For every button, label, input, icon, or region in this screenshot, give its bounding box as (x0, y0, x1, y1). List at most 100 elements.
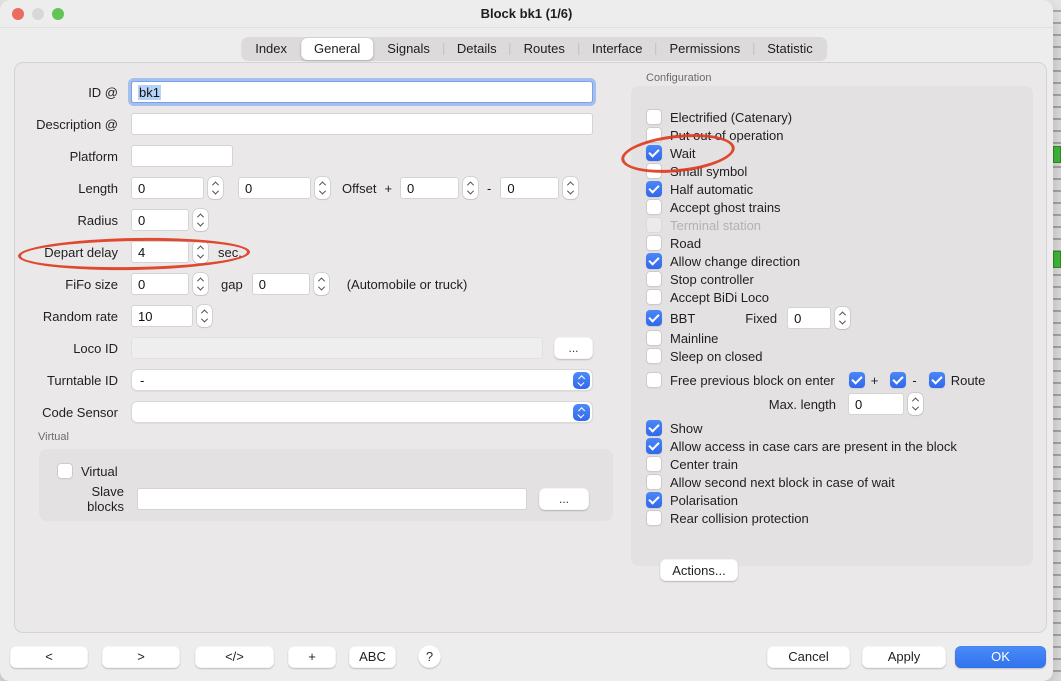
polarisation-label: Polarisation (670, 493, 738, 508)
free-prev-route-label: Route (951, 373, 986, 388)
show-checkbox[interactable] (646, 420, 662, 436)
tab-general[interactable]: General (301, 38, 373, 60)
length-label: Length (15, 181, 118, 196)
loco-id-label: Loco ID (15, 341, 118, 356)
allow-second-next-block-checkbox[interactable] (646, 474, 662, 490)
allow-change-direction-checkbox[interactable] (646, 253, 662, 269)
max-length-input[interactable]: 0 (848, 393, 904, 415)
gap-stepper[interactable] (314, 273, 329, 295)
free-prev-route-checkbox[interactable] (929, 372, 945, 388)
mainline-checkbox[interactable] (646, 330, 662, 346)
accept-ghost-trains-label: Accept ghost trains (670, 200, 781, 215)
offset-plus-input[interactable]: 0 (400, 177, 459, 199)
ok-button[interactable]: OK (955, 646, 1046, 668)
half-automatic-checkbox[interactable] (646, 181, 662, 197)
virtual-group: Virtual Slave blocks ... (39, 449, 613, 521)
tab-index[interactable]: Index (242, 38, 300, 60)
center-train-checkbox[interactable] (646, 456, 662, 472)
offset-minus-input[interactable]: 0 (500, 177, 559, 199)
radius-stepper[interactable] (193, 209, 208, 231)
loco-id-input (131, 337, 543, 359)
bbt-fixed-input[interactable]: 0 (787, 307, 831, 329)
radius-input[interactable]: 0 (131, 209, 189, 231)
free-prev-plus-checkbox[interactable] (849, 372, 865, 388)
abc-button[interactable]: ABC (349, 646, 396, 668)
tab-interface[interactable]: Interface (579, 38, 656, 60)
turntable-id-label: Turntable ID (15, 373, 118, 388)
close-window-button[interactable] (12, 8, 24, 20)
electrified-checkbox[interactable] (646, 109, 662, 125)
length-stepper-1[interactable] (208, 177, 223, 199)
offset-minus-stepper[interactable] (563, 177, 578, 199)
stop-controller-checkbox[interactable] (646, 271, 662, 287)
wait-checkbox[interactable] (646, 145, 662, 161)
tab-statistic[interactable]: Statistic (754, 38, 826, 60)
free-prev-minus-checkbox[interactable] (890, 372, 906, 388)
free-previous-block-checkbox[interactable] (646, 372, 662, 388)
random-rate-row: Random rate 10 (15, 305, 625, 327)
option-accept-bidi-loco: Accept BiDi Loco (631, 288, 1033, 306)
tab-permissions[interactable]: Permissions (656, 38, 753, 60)
loco-id-browse-button[interactable]: ... (554, 337, 593, 359)
option-center-train: Center train (631, 455, 1033, 473)
option-stop-controller: Stop controller (631, 270, 1033, 288)
tab-details[interactable]: Details (444, 38, 510, 60)
apply-button[interactable]: Apply (862, 646, 946, 668)
cancel-button[interactable]: Cancel (767, 646, 850, 668)
next-block-button[interactable]: > (102, 646, 180, 668)
depart-delay-input[interactable]: 4 (131, 241, 189, 263)
slave-blocks-browse-button[interactable]: ... (539, 488, 589, 510)
code-sensor-row: Code Sensor (15, 401, 625, 423)
show-label: Show (670, 421, 703, 436)
minimize-window-button[interactable] (32, 8, 44, 20)
tab-routes[interactable]: Routes (511, 38, 578, 60)
zoom-window-button[interactable] (52, 8, 64, 20)
accept-ghost-trains-checkbox[interactable] (646, 199, 662, 215)
put-out-of-operation-label: Put out of operation (670, 128, 783, 143)
road-checkbox[interactable] (646, 235, 662, 251)
id-input[interactable]: bk1 (131, 81, 593, 103)
block-form: ID @ bk1 Description @ Platform Length 0… (15, 63, 625, 433)
xml-button[interactable]: </> (195, 646, 274, 668)
length-input-2[interactable]: 0 (238, 177, 311, 199)
fifo-stepper[interactable] (193, 273, 208, 295)
platform-label: Platform (15, 149, 118, 164)
allow-access-cars-checkbox[interactable] (646, 438, 662, 454)
option-allow-change-direction: Allow change direction (631, 252, 1033, 270)
bbt-checkbox[interactable] (646, 310, 662, 326)
help-button[interactable]: ? (418, 645, 441, 668)
description-input[interactable] (131, 113, 593, 135)
length-stepper-2[interactable] (315, 177, 330, 199)
random-rate-stepper[interactable] (197, 305, 212, 327)
random-rate-input[interactable]: 10 (131, 305, 193, 327)
add-button[interactable]: + (288, 646, 336, 668)
rear-collision-checkbox[interactable] (646, 510, 662, 526)
actions-button[interactable]: Actions... (660, 559, 738, 581)
small-symbol-checkbox[interactable] (646, 163, 662, 179)
id-label: ID @ (15, 85, 118, 100)
depart-delay-stepper[interactable] (193, 241, 208, 263)
platform-input[interactable] (131, 145, 233, 167)
bbt-fixed-stepper[interactable] (835, 307, 850, 329)
turntable-id-row: Turntable ID - (15, 369, 625, 391)
fifo-input[interactable]: 0 (131, 273, 189, 295)
platform-row: Platform (15, 145, 625, 167)
length-input-1[interactable]: 0 (131, 177, 204, 199)
allow-change-direction-label: Allow change direction (670, 254, 800, 269)
virtual-checkbox[interactable] (57, 463, 73, 479)
previous-block-button[interactable]: < (10, 646, 88, 668)
code-sensor-select[interactable] (131, 401, 593, 423)
polarisation-checkbox[interactable] (646, 492, 662, 508)
turntable-id-value: - (140, 373, 144, 388)
gap-input[interactable]: 0 (252, 273, 310, 295)
slave-blocks-input[interactable] (137, 488, 527, 510)
tab-signals[interactable]: Signals (374, 38, 443, 60)
turntable-id-select[interactable]: - (131, 369, 593, 391)
sleep-on-closed-checkbox[interactable] (646, 348, 662, 364)
max-length-stepper[interactable] (908, 393, 923, 415)
put-out-of-operation-checkbox[interactable] (646, 127, 662, 143)
accept-bidi-loco-checkbox[interactable] (646, 289, 662, 305)
offset-plus-stepper[interactable] (463, 177, 478, 199)
option-terminal-station: Terminal station (631, 216, 1033, 234)
configuration-group: Electrified (Catenary) Put out of operat… (631, 86, 1033, 566)
